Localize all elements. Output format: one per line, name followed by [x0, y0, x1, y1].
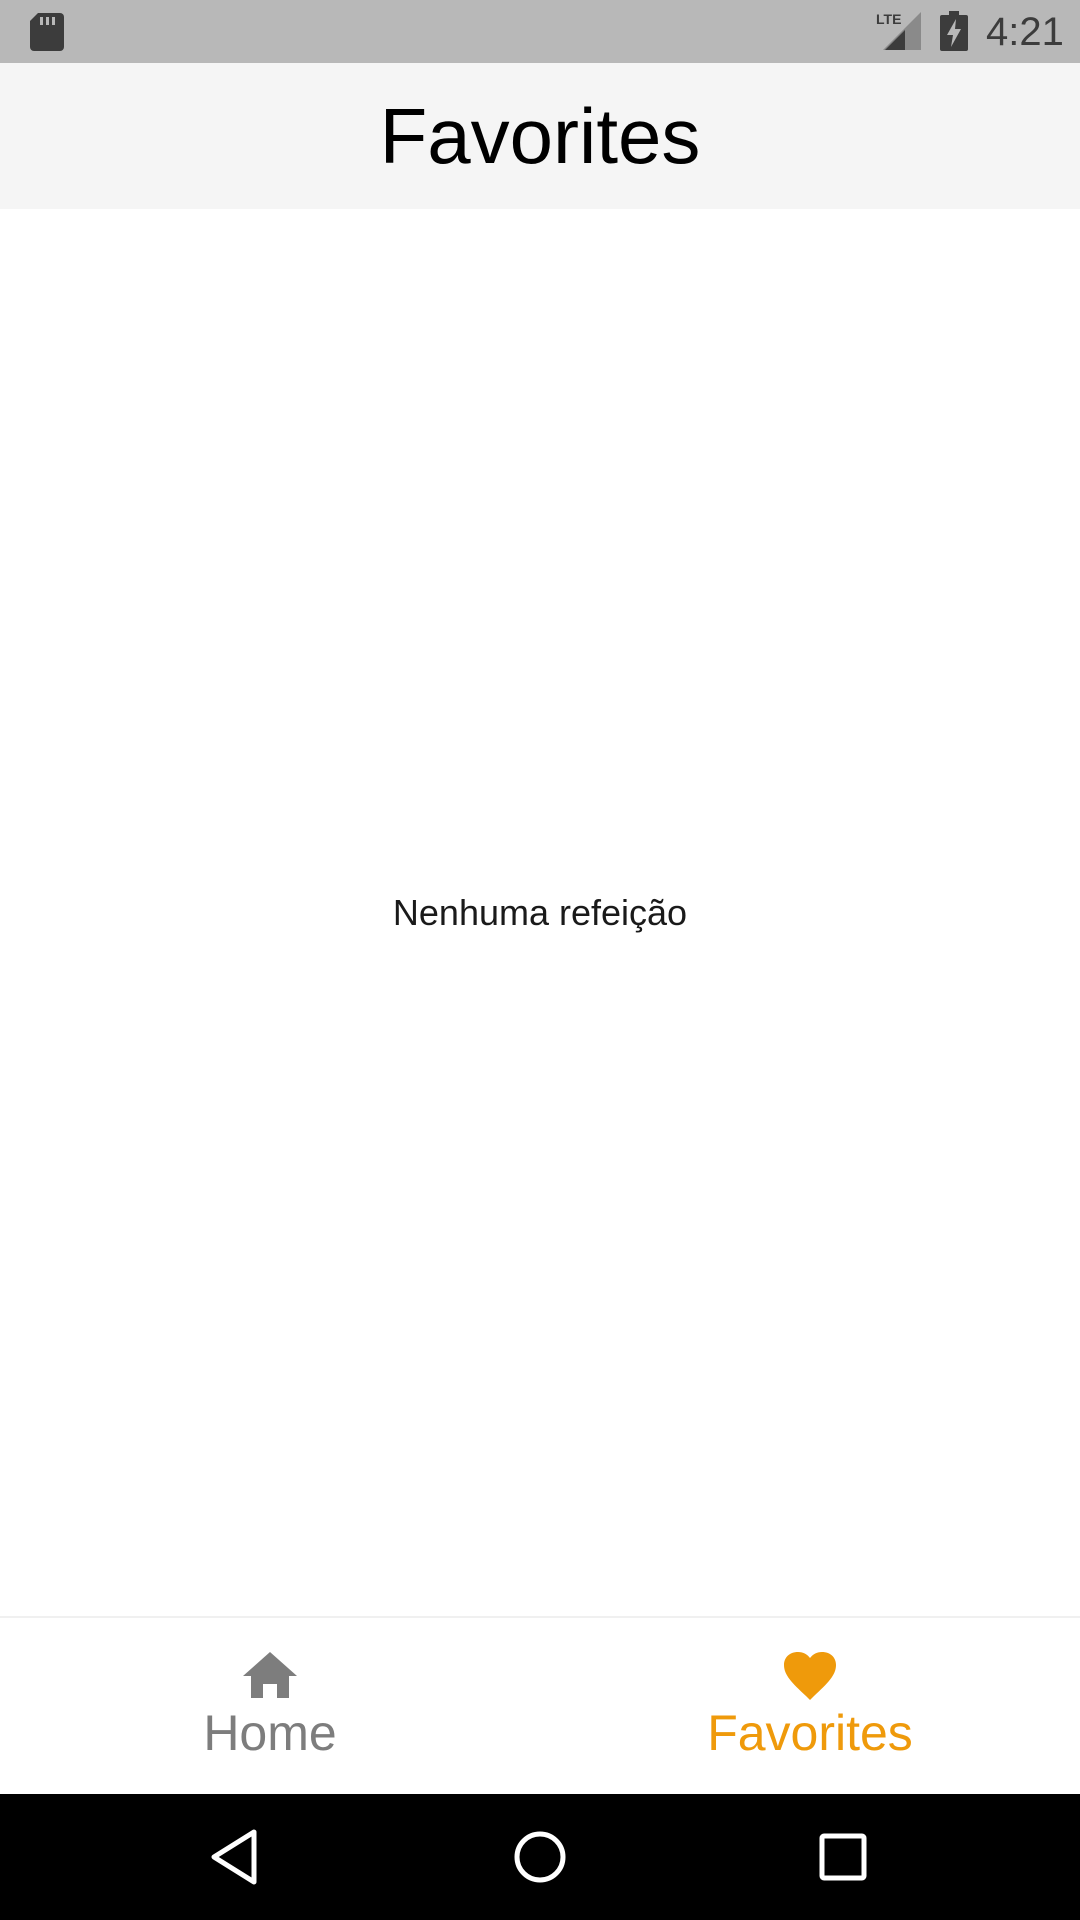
back-icon[interactable]	[204, 1824, 270, 1890]
empty-state-message: Nenhuma refeição	[392, 891, 688, 933]
status-clock: 4:21	[986, 10, 1064, 54]
bottom-navigation: Home Favorites	[0, 1616, 1080, 1794]
svg-text:LTE: LTE	[876, 11, 901, 27]
favorites-screen: LTE 4:21 Favorites Nenhuma refeição Home…	[0, 0, 1080, 1920]
home-circle-icon[interactable]	[507, 1824, 573, 1890]
nav-label-favorites: Favorites	[707, 1705, 913, 1761]
sd-card-icon	[30, 13, 64, 51]
status-bar: LTE 4:21	[0, 0, 1080, 63]
nav-item-favorites[interactable]: Favorites	[540, 1618, 1080, 1794]
favorites-list: Nenhuma refeição	[0, 209, 1080, 1616]
recents-icon[interactable]	[810, 1824, 876, 1890]
page-title: Favorites	[379, 92, 701, 180]
nav-label-home: Home	[203, 1705, 337, 1761]
lte-signal-icon: LTE	[876, 11, 921, 50]
nav-item-home[interactable]: Home	[0, 1618, 540, 1794]
home-icon	[243, 1652, 297, 1698]
app-bar: Favorites	[0, 63, 1080, 209]
heart-icon	[784, 1652, 836, 1700]
battery-charging-icon	[940, 11, 968, 51]
system-navigation-bar	[0, 1794, 1080, 1920]
